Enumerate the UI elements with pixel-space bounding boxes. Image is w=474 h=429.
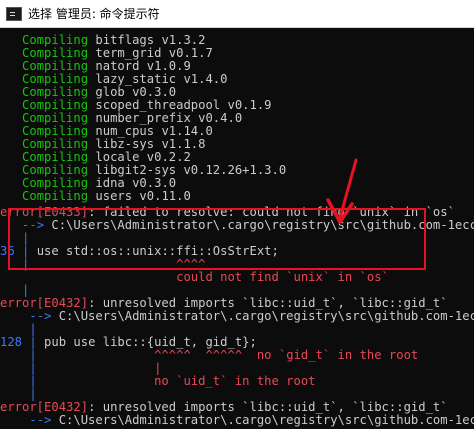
crate-name: locale v0.2.2 [95, 150, 191, 164]
compile-verb: Compiling [22, 59, 89, 73]
compile-verb: Compiling [22, 33, 89, 47]
arrow-glyph: --> [22, 413, 59, 427]
compile-verb: Compiling [22, 72, 89, 86]
compile-verb: Compiling [22, 189, 89, 203]
compile-verb: Compiling [22, 98, 89, 112]
underline-mark: ^^^^^ [154, 348, 191, 362]
error-message: : unresolved imports `libc::uid_t`, `lib… [88, 296, 448, 310]
crate-name: bitflags v1.3.2 [95, 33, 206, 47]
cmd-icon [6, 6, 22, 21]
crate-name: term_grid v0.1.7 [95, 46, 213, 60]
error-note: no `uid_t` in the root [154, 374, 316, 388]
pipe-mark: | [154, 361, 162, 375]
crate-name: libz-sys v1.1.8 [95, 137, 206, 151]
crate-name: num_cpus v1.14.0 [95, 124, 213, 138]
compile-line: Compiling users v0.11.0 [0, 189, 191, 203]
annotation-arrow-icon [326, 158, 358, 224]
compile-verb: Compiling [22, 124, 89, 138]
note-line: could not find `unix` in `os` [0, 270, 389, 284]
line-number: 128 [0, 335, 23, 349]
compile-verb: Compiling [22, 85, 89, 99]
crate-name: lazy_static v1.4.0 [95, 72, 228, 86]
underline-mark: ^^^^^ [205, 348, 243, 362]
window-title: 选择 管理员: 命令提示符 [28, 7, 160, 21]
source-code: pub use libc::{uid_t, gid_t}; [36, 335, 257, 349]
error-code: error[E0432] [0, 296, 89, 310]
error-note: could not find `unix` in `os` [176, 270, 389, 284]
compile-verb: Compiling [22, 163, 89, 177]
note-line: | no `uid_t` in the root [0, 374, 316, 388]
crate-name: libgit2-sys v0.12.26+1.3.0 [95, 163, 287, 177]
crate-name: glob v0.3.0 [95, 85, 177, 99]
console-output[interactable]: Compiling bitflags v1.3.2 Compiling term… [0, 28, 474, 429]
compile-verb: Compiling [22, 137, 89, 151]
compile-verb: Compiling [22, 46, 89, 60]
error-note: no `gid_t` in the root [256, 348, 419, 362]
crate-name: scoped_threadpool v0.1.9 [95, 98, 272, 112]
compile-verb: Compiling [22, 111, 89, 125]
compile-verb: Compiling [22, 176, 89, 190]
crate-name: idna v0.3.0 [95, 176, 177, 190]
crate-name: number_prefix v0.4.0 [95, 111, 243, 125]
compile-verb: Compiling [22, 150, 89, 164]
error-path: C:\Users\Administrator\.cargo\registry\s… [58, 309, 474, 323]
error-code: error[E0432] [0, 400, 89, 414]
error-path: C:\Users\Administrator\.cargo\registry\s… [58, 413, 474, 427]
crate-name: natord v1.0.9 [95, 59, 191, 73]
title-bar: 选择 管理员: 命令提示符 [0, 0, 474, 28]
crate-name: users v0.11.0 [95, 189, 191, 203]
arrow-glyph: --> [22, 309, 59, 323]
error-path-line: --> C:\Users\Administrator\.cargo\regist… [0, 309, 474, 323]
error-message: : unresolved imports `libc::uid_t`, `lib… [88, 400, 448, 414]
error-path-line: --> C:\Users\Administrator\.cargo\regist… [0, 413, 474, 427]
